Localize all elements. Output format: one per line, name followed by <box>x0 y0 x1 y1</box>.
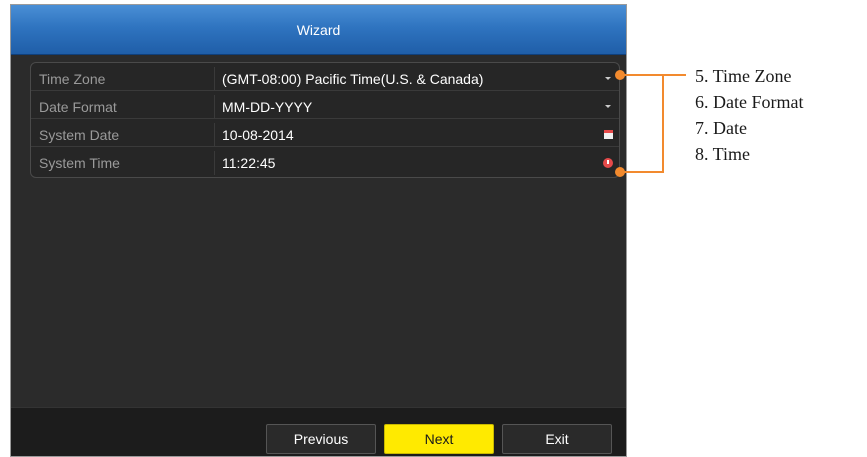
annotation-time: 8. Time <box>695 144 751 164</box>
date-format-value: MM-DD-YYYY <box>222 98 313 115</box>
system-date-field[interactable]: 10-08-2014 <box>214 123 619 146</box>
date-format-label: Date Format <box>39 98 117 115</box>
callout-line-bottom <box>624 171 664 173</box>
chevron-down-icon[interactable] <box>603 74 613 84</box>
time-zone-value: (GMT-08:00) Pacific Time(U.S. & Canada) <box>222 70 484 87</box>
callout-bracket <box>662 74 664 173</box>
wizard-dialog: Wizard Time Zone (GMT-08:00) Pacific Tim… <box>10 4 627 457</box>
time-zone-label: Time Zone <box>39 70 106 87</box>
date-format-row: Date Format MM-DD-YYYY <box>31 95 619 119</box>
system-time-field[interactable]: 11:22:45 <box>214 151 619 175</box>
system-time-value: 11:22:45 <box>222 155 276 171</box>
system-date-label: System Date <box>39 126 120 143</box>
system-date-row: System Date 10-08-2014 <box>31 123 619 147</box>
callout-pointer <box>662 74 686 76</box>
previous-button[interactable]: Previous <box>266 424 376 454</box>
title-bar: Wizard <box>11 5 626 55</box>
system-time-label: System Time <box>39 155 120 171</box>
button-bar: Previous Next Exit <box>11 407 626 456</box>
next-button[interactable]: Next <box>384 424 494 454</box>
system-date-value: 10-08-2014 <box>222 126 294 143</box>
annotation-time-zone: 5. Time Zone <box>695 66 792 86</box>
annotation-date-format: 6. Date Format <box>695 92 804 112</box>
clock-icon[interactable] <box>603 158 613 168</box>
exit-button[interactable]: Exit <box>502 424 612 454</box>
callout-line-top <box>624 74 664 76</box>
annotation-date: 7. Date <box>695 118 747 138</box>
settings-form: Time Zone (GMT-08:00) Pacific Time(U.S. … <box>30 62 620 178</box>
chevron-down-icon[interactable] <box>603 102 613 112</box>
time-zone-row: Time Zone (GMT-08:00) Pacific Time(U.S. … <box>31 67 619 91</box>
window-title: Wizard <box>296 21 341 38</box>
calendar-icon[interactable] <box>603 130 613 140</box>
system-time-row: System Time 11:22:45 <box>31 151 619 175</box>
date-format-select[interactable]: MM-DD-YYYY <box>214 95 619 118</box>
time-zone-select[interactable]: (GMT-08:00) Pacific Time(U.S. & Canada) <box>214 67 619 90</box>
